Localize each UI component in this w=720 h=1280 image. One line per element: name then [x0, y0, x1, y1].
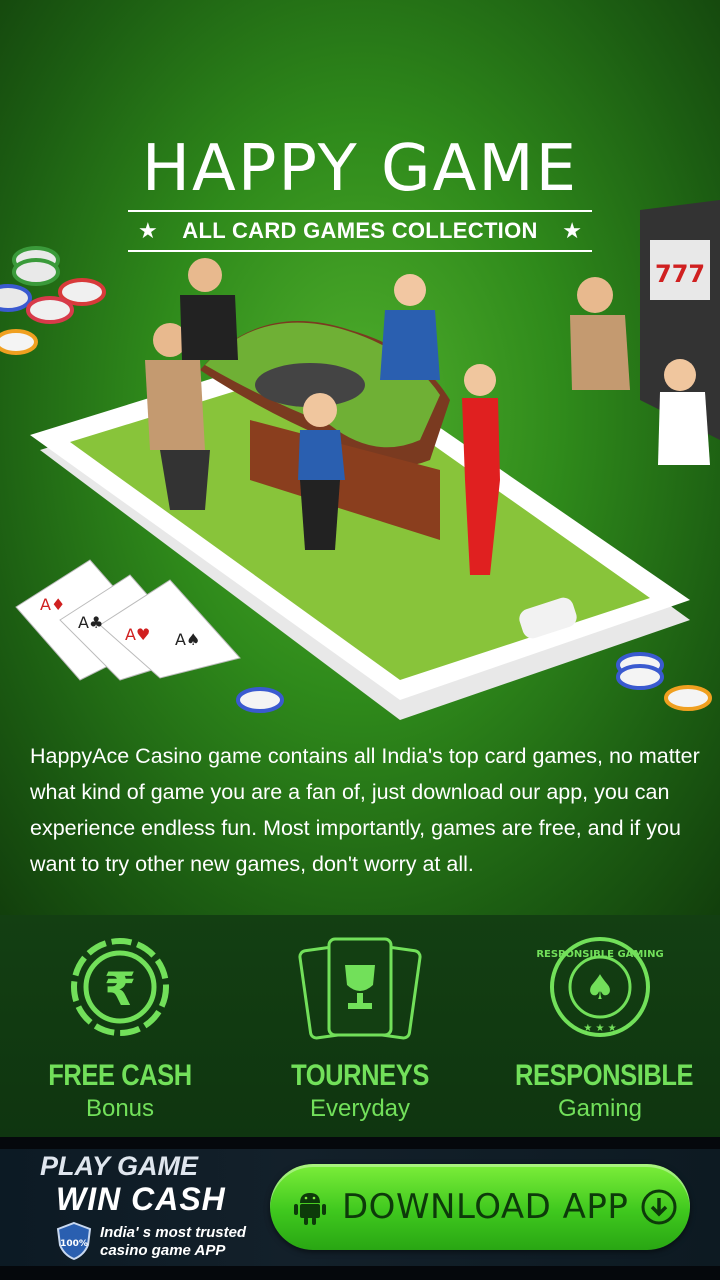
feature-title: FREE CASH: [48, 1059, 192, 1092]
features-bar: ₹ FREE CASH Bonus TOURNEYS Everyday ♠ RE…: [0, 915, 720, 1137]
hero-section: HAPPY GAME ★ ALL CARD GAMES COLLECTION ★: [0, 0, 720, 915]
responsible-gaming-badge-icon: ♠ RESPONSIBLE GAMING ★ ★ ★: [536, 937, 664, 1037]
svg-text:777: 777: [655, 260, 705, 288]
svg-text:A♦: A♦: [40, 595, 65, 614]
feature-subtitle: Everyday: [309, 1095, 411, 1122]
svg-text:A♠: A♠: [175, 630, 200, 649]
feature-free-cash: ₹ FREE CASH Bonus: [20, 935, 220, 1123]
svg-text:★ ★ ★: ★ ★ ★: [583, 1023, 616, 1034]
svg-text:₹: ₹: [104, 962, 136, 1016]
download-app-label: DOWNLOAD APP: [342, 1187, 629, 1227]
svg-text:RESPONSIBLE GAMING: RESPONSIBLE GAMING: [536, 949, 663, 960]
banner-top-strip: [0, 1137, 720, 1149]
svg-text:100%: 100%: [60, 1239, 88, 1249]
description-text: HappyAce Casino game contains all India'…: [30, 744, 700, 876]
feature-responsible: ♠ RESPONSIBLE GAMING ★ ★ ★ RESPONSIBLE G…: [500, 935, 700, 1123]
download-banner: PLAY GAME WIN CASH 100% India' s most tr…: [0, 1137, 720, 1280]
trophy-cards-icon: [298, 937, 422, 1040]
banner-bottom-strip: [0, 1266, 720, 1280]
dealer-figure: [380, 274, 440, 380]
play-game-text: PLAY GAME: [40, 1151, 199, 1181]
svg-text:A♥: A♥: [125, 625, 150, 644]
shield-icon: 100%: [56, 1221, 92, 1261]
feature-title: RESPONSIBLE: [515, 1059, 694, 1092]
player-figure-man: [180, 258, 238, 360]
feature-subtitle: Bonus: [85, 1095, 155, 1122]
svg-text:A♣: A♣: [78, 613, 103, 632]
feature-subtitle: Gaming: [557, 1095, 643, 1122]
trusted-text: India' s most trusted casino game APP: [100, 1224, 247, 1259]
rupee-coin-icon: ₹: [71, 938, 169, 1036]
casino-illustration: A♦ A♣ A♥ A♠ 777: [0, 200, 720, 720]
feature-title: TOURNEYS: [291, 1059, 429, 1092]
win-cash-text: WIN CASH: [56, 1181, 226, 1217]
feature-tourneys: TOURNEYS Everyday: [260, 935, 460, 1123]
download-app-button[interactable]: DOWNLOAD APP: [270, 1164, 690, 1250]
svg-text:♠: ♠: [585, 968, 615, 1008]
poker-chips-left-icon: [0, 246, 106, 355]
android-icon: [294, 1193, 326, 1225]
slot-machine-graphic: 777: [570, 200, 720, 465]
playing-cards-graphic: A♦ A♣ A♥ A♠: [15, 559, 241, 681]
download-arrow-icon: [641, 1189, 677, 1225]
